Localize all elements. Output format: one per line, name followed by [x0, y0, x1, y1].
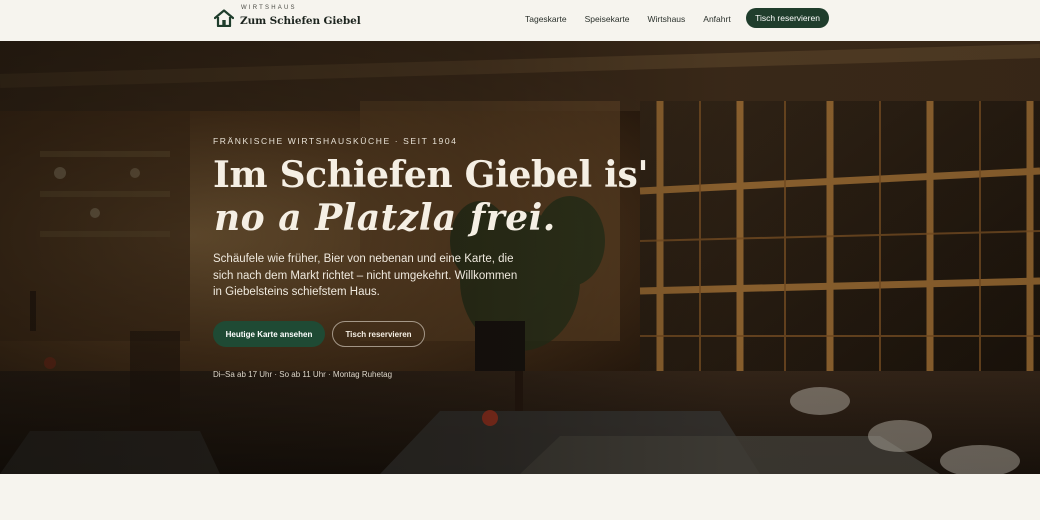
hero-title-line1: Im Schiefen Giebel is': [213, 154, 649, 196]
nav-link-speisekarte[interactable]: Speisekarte: [585, 14, 630, 24]
brand-name: Zum Schiefen Giebel: [240, 15, 361, 27]
view-menu-button[interactable]: Heutige Karte ansehen: [213, 321, 325, 347]
opening-hours: Di–Sa ab 17 Uhr · So ab 11 Uhr · Montag …: [213, 370, 393, 379]
nav-link-anfahrt[interactable]: Anfahrt: [703, 14, 730, 24]
nav-reserve-button[interactable]: Tisch reservieren: [746, 8, 829, 28]
hero-section: FRÄNKISCHE WIRTSHAUSKÜCHE · SEIT 1904 Im…: [0, 41, 1040, 474]
house-icon: [214, 9, 234, 27]
brand-eyebrow: WIRTSHAUS: [241, 5, 297, 11]
site-header: WIRTSHAUS Zum Schiefen Giebel Tageskarte…: [0, 0, 1040, 41]
hero-lead-text: Schäufele wie früher, Bier von nebenan u…: [213, 253, 518, 298]
nav-link-tageskarte[interactable]: Tageskarte: [525, 14, 567, 24]
hero-title-line2: no a Platzla frei.: [214, 197, 556, 239]
hero-eyebrow: FRÄNKISCHE WIRTSHAUSKÜCHE · SEIT 1904: [213, 136, 458, 146]
main-nav: Tageskarte Speisekarte Wirtshaus Anfahrt: [525, 0, 749, 37]
brand-logo[interactable]: WIRTSHAUS Zum Schiefen Giebel: [214, 5, 361, 27]
hero-reserve-button[interactable]: Tisch reservieren: [332, 321, 425, 347]
nav-link-wirtshaus[interactable]: Wirtshaus: [647, 14, 685, 24]
